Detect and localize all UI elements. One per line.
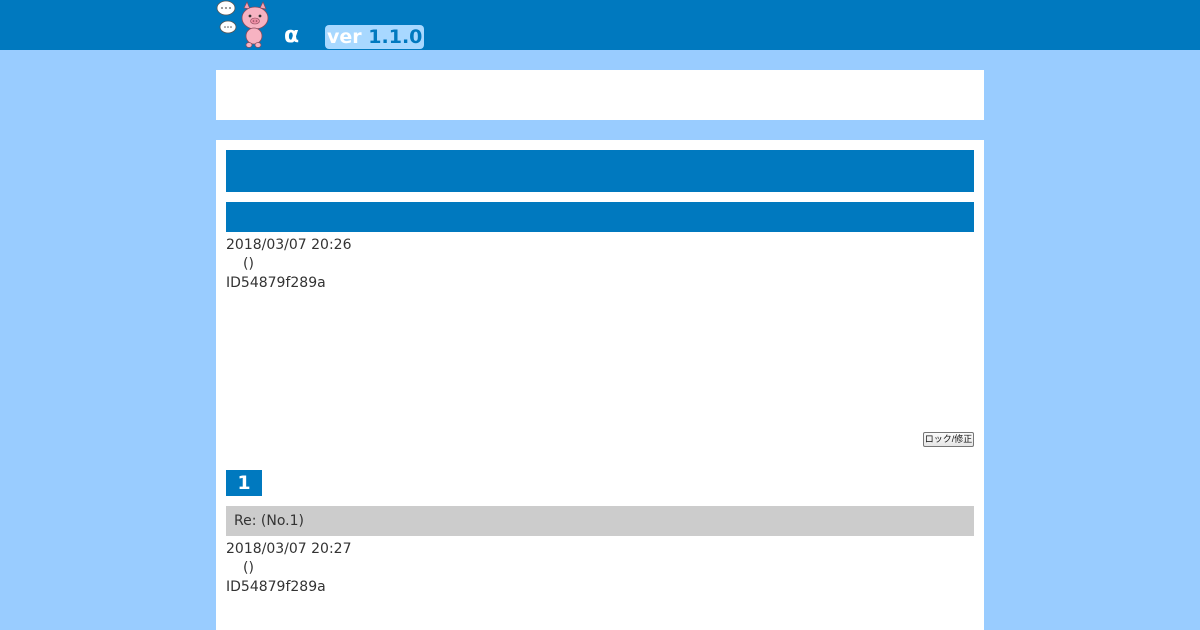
reply-meta: 2018/03/07 20:27 () ID54879f289a — [226, 540, 352, 597]
reply-subject-bar: Re: (No.1) — [226, 506, 974, 536]
lock-edit-button[interactable]: ロック/修正 — [923, 432, 974, 447]
version-prefix: ver — [327, 26, 362, 48]
banner-area — [216, 70, 984, 120]
reply-number-badge: 1 — [226, 470, 262, 496]
thread-panel: 2018/03/07 20:26 () ID54879f289a ロック/修正 … — [216, 140, 984, 630]
post-id: ID54879f289a — [226, 275, 326, 291]
pig-mascot-icon[interactable] — [216, 0, 272, 48]
version-number: 1.1.0 — [368, 26, 423, 48]
thread-title-bar — [226, 150, 974, 192]
reply-date: 2018/03/07 20:27 — [226, 541, 352, 557]
header-bar: α ver 1.1.0 — [0, 0, 1200, 50]
post-meta: 2018/03/07 20:26 () ID54879f289a — [226, 236, 352, 293]
reply-id: ID54879f289a — [226, 579, 326, 595]
site-title-alpha: α — [284, 23, 300, 48]
post-subject-bar — [226, 202, 974, 232]
post-date: 2018/03/07 20:26 — [226, 237, 352, 253]
version-badge: ver 1.1.0 — [325, 25, 425, 49]
post-author: () — [243, 256, 254, 272]
reply-author: () — [243, 560, 254, 576]
